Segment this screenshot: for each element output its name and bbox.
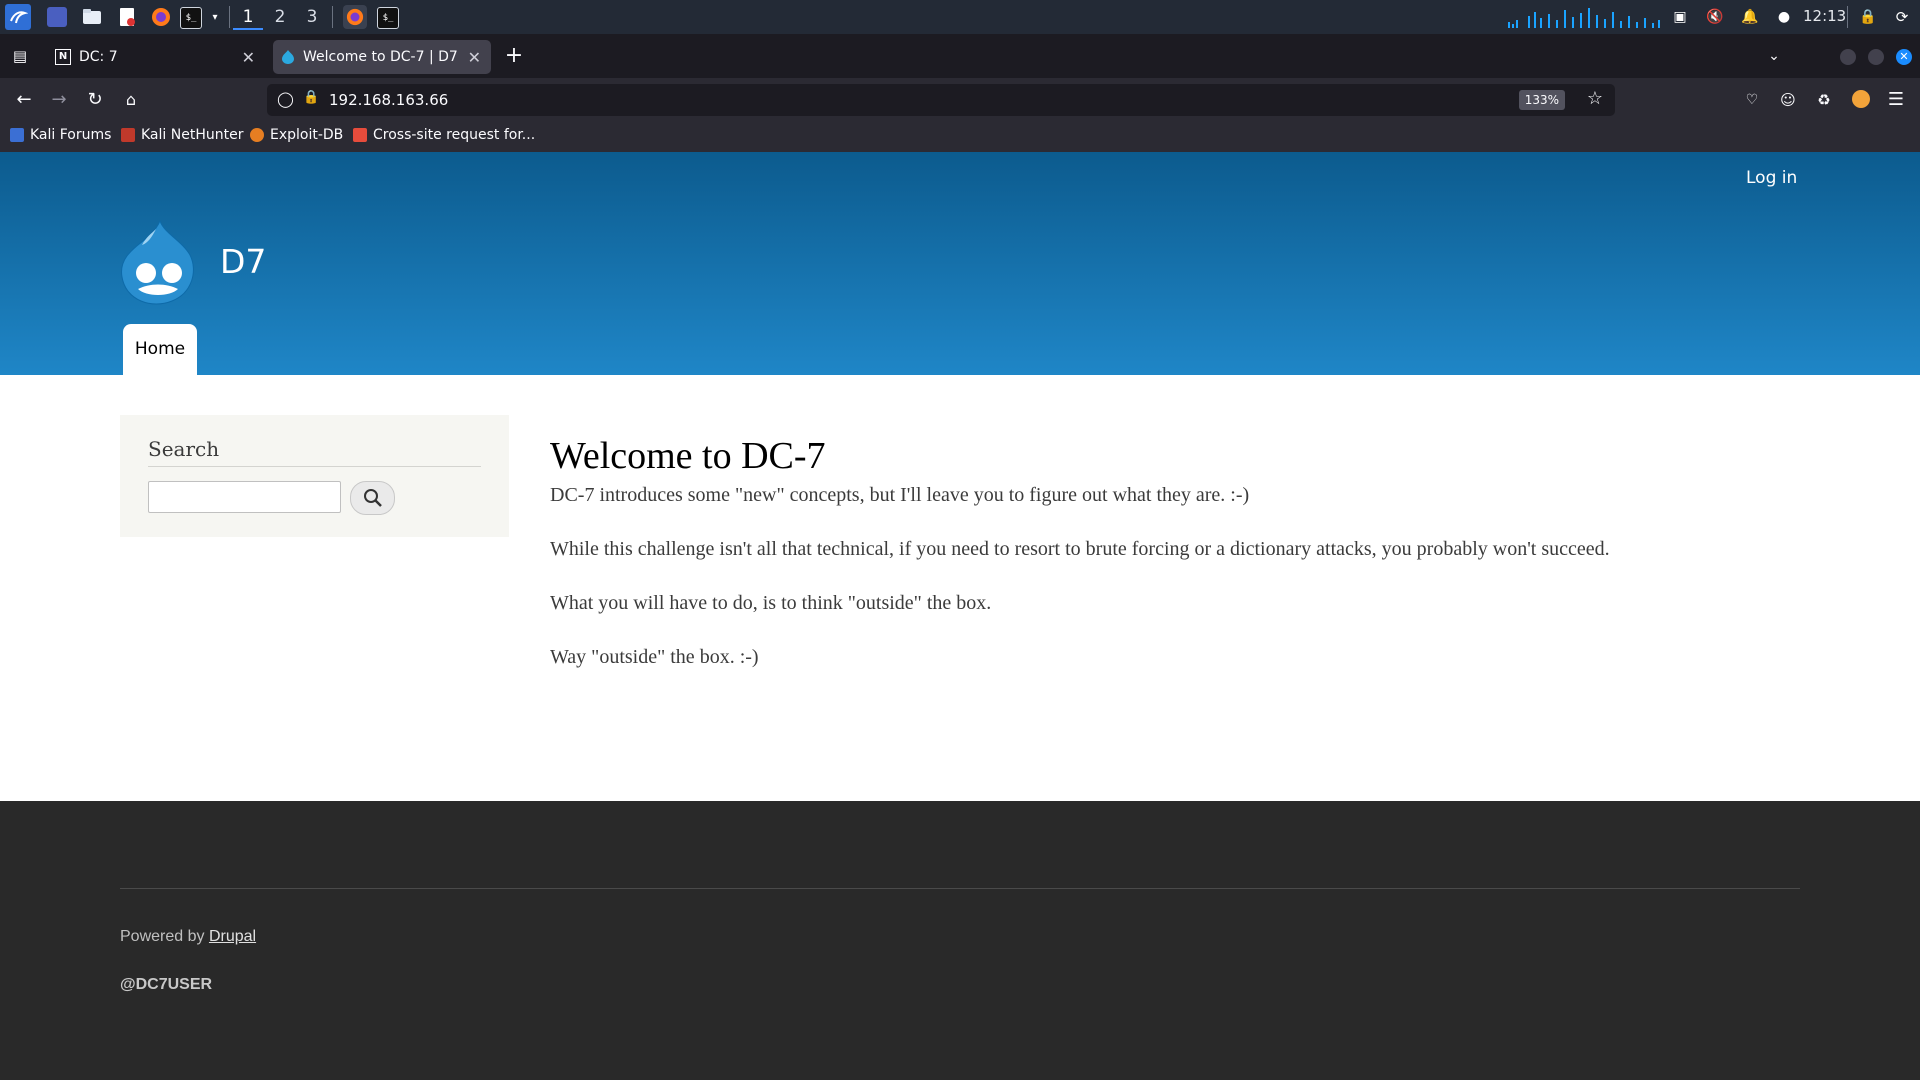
home-icon[interactable]: ⌂ — [119, 88, 143, 112]
bell-icon[interactable]: 🔔 — [1740, 7, 1760, 27]
url-bar[interactable]: ◯ 🔒 192.168.163.66 133% ☆ — [267, 84, 1615, 116]
extensions-icon[interactable]: ♻ — [1812, 88, 1836, 112]
lock-icon[interactable]: 🔒 — [303, 90, 319, 105]
site-footer: Powered by Drupal @DC7USER — [0, 801, 1920, 1080]
file-manager-icon[interactable] — [82, 7, 102, 27]
zoom-indicator[interactable]: 133% — [1518, 90, 1565, 110]
divider — [120, 888, 1800, 889]
nethunter-favicon-icon — [121, 128, 135, 142]
content-paragraph: While this challenge isn't all that tech… — [550, 538, 1610, 560]
desktop-icon[interactable] — [47, 7, 67, 27]
cpu-graph-icon — [1508, 8, 1660, 28]
drupal-logo-icon[interactable] — [120, 221, 196, 305]
tab-title: DC: 7 — [79, 49, 118, 65]
content-paragraph: Way "outside" the box. :-) — [550, 646, 759, 668]
bookmark-label: Exploit-DB — [270, 127, 344, 143]
drupal-link[interactable]: Drupal — [209, 928, 256, 945]
web-page: Log in D7 Home Search Welcome to DC-7 DC… — [0, 152, 1920, 1080]
site-header: Log in D7 Home — [0, 152, 1920, 375]
new-tab-icon[interactable]: + — [502, 44, 526, 68]
login-link[interactable]: Log in — [1746, 168, 1797, 188]
search-button[interactable] — [350, 481, 395, 515]
update-icon[interactable]: ● — [1774, 7, 1794, 27]
url-text[interactable]: 192.168.163.66 — [329, 91, 448, 109]
close-tab-icon[interactable]: ✕ — [242, 48, 255, 67]
bookmark-exploit-db[interactable]: Exploit-DB — [250, 127, 343, 143]
content-paragraph: What you will have to do, is to think "o… — [550, 592, 992, 614]
workspace-2[interactable]: 2 — [265, 6, 295, 28]
taskbar-divider — [332, 6, 333, 28]
main-content: Welcome to DC-7 DC-7 introduces some "ne… — [550, 434, 1850, 668]
maximize-icon[interactable] — [1868, 49, 1884, 65]
reload-icon[interactable]: ↻ — [83, 88, 107, 112]
page-title: Welcome to DC-7 — [550, 435, 826, 477]
tab-title: Welcome to DC-7 | D7 — [303, 49, 458, 65]
search-heading: Search — [148, 437, 220, 461]
search-block: Search — [120, 415, 509, 537]
taskbar-divider — [1847, 6, 1848, 28]
text-editor-icon[interactable] — [117, 7, 137, 27]
tab-dc7[interactable]: N DC: 7 ✕ — [47, 40, 265, 74]
bookmark-label: Kali Forums — [30, 127, 112, 143]
browser-nav-bar: ← → ↻ ⌂ ◯ 🔒 192.168.163.66 133% ☆ ♡ ☺ ♻ … — [0, 78, 1920, 122]
forward-icon[interactable]: → — [47, 88, 71, 112]
pocket-icon[interactable]: ♡ — [1740, 88, 1764, 112]
system-taskbar: $_ ▾ 1 2 3 $_ ▣ 🔇 🔔 ● 12:13 🔒 ⟳ — [0, 0, 1920, 34]
tab-overview-icon[interactable]: ▤ — [8, 44, 32, 68]
divider — [148, 466, 481, 467]
taskbar-divider — [229, 6, 230, 28]
shield-icon[interactable]: ◯ — [277, 90, 294, 108]
speaker-muted-icon[interactable]: 🔇 — [1705, 7, 1725, 27]
exploit-db-favicon-icon — [250, 128, 264, 142]
minimize-icon[interactable] — [1840, 49, 1856, 65]
extension-icon[interactable] — [1852, 90, 1870, 108]
menu-icon[interactable]: ☰ — [1884, 88, 1908, 112]
lock-icon[interactable]: 🔒 — [1858, 7, 1878, 27]
drupal-favicon-icon — [281, 50, 295, 64]
chevron-down-icon[interactable]: ▾ — [205, 7, 225, 27]
powered-by-label: Powered by — [120, 928, 209, 945]
search-input[interactable] — [148, 481, 341, 513]
browser-tab-bar: ▤ N DC: 7 ✕ Welcome to DC-7 | D7 ✕ + ⌄ ✕ — [0, 34, 1920, 78]
clock[interactable]: 12:13 — [1803, 7, 1846, 25]
account-icon[interactable]: ☺ — [1776, 88, 1800, 112]
powered-by: Powered by Drupal — [120, 928, 256, 946]
workspace-1[interactable]: 1 — [233, 6, 263, 30]
footer-user: @DC7USER — [120, 976, 213, 993]
kali-menu-icon[interactable] — [5, 4, 31, 30]
terminal-window-icon[interactable]: $_ — [377, 7, 399, 29]
firefox-window-icon[interactable] — [343, 5, 367, 29]
bookmark-kali-forums[interactable]: Kali Forums — [10, 127, 111, 143]
tab-welcome-dc7[interactable]: Welcome to DC-7 | D7 ✕ — [273, 40, 491, 74]
bookmark-label: Cross-site request for... — [373, 127, 536, 143]
workspace-3[interactable]: 3 — [297, 6, 327, 28]
site-name[interactable]: D7 — [220, 242, 266, 281]
portswigger-favicon-icon — [353, 128, 367, 142]
kali-favicon-icon — [10, 128, 24, 142]
display-icon[interactable]: ▣ — [1670, 7, 1690, 27]
power-icon[interactable]: ⟳ — [1892, 7, 1912, 27]
close-tab-icon[interactable]: ✕ — [468, 48, 481, 67]
back-icon[interactable]: ← — [12, 88, 36, 112]
search-icon — [364, 489, 382, 507]
terminal-icon[interactable]: $_ — [180, 7, 202, 29]
bookmark-csrf[interactable]: Cross-site request for... — [353, 127, 535, 143]
bookmark-star-icon[interactable]: ☆ — [1587, 88, 1603, 109]
firefox-icon[interactable] — [151, 7, 171, 27]
list-all-tabs-icon[interactable]: ⌄ — [1762, 44, 1786, 68]
bookmark-label: Kali NetHunter — [141, 127, 244, 143]
bookmarks-toolbar: Kali Forums Kali NetHunter Exploit-DB Cr… — [0, 122, 1920, 153]
nav-home-tab[interactable]: Home — [123, 324, 197, 375]
content-paragraph: DC-7 introduces some "new" concepts, but… — [550, 484, 1250, 506]
close-window-icon[interactable]: ✕ — [1896, 49, 1912, 65]
bookmark-kali-nethunter[interactable]: Kali NetHunter — [121, 127, 243, 143]
notion-favicon-icon: N — [55, 49, 71, 65]
